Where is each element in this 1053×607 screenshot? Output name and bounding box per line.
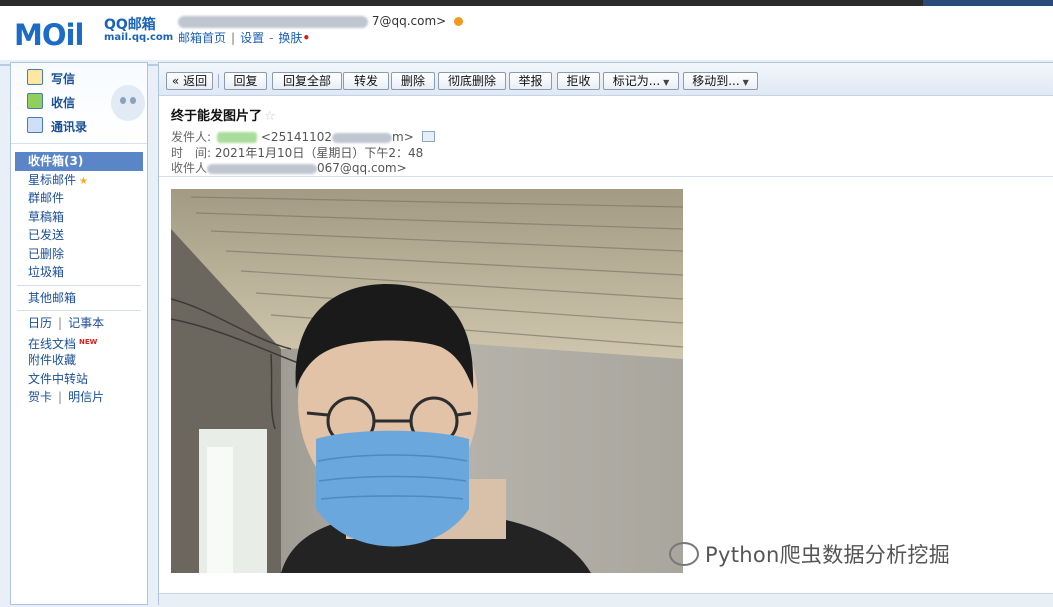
penguin-eye [120,97,126,104]
header: MOil QQ邮箱 mail.qq.com 7@qq.com> 邮箱首页 | 设置 -… [0,6,1053,66]
sidebar-item-notes[interactable]: 记事本 [68,316,104,330]
redacted-recipient [207,163,318,174]
link-skin[interactable]: 换肤 [278,31,302,45]
brand-name: QQ邮箱 [104,17,156,33]
separator: - [269,31,274,45]
qq-mail-logo[interactable]: MOil [14,18,84,52]
link-settings[interactable]: 设置 [240,31,264,45]
sidebar-row-cards: 贺卡 | 明信片 [11,388,147,407]
skin-new-mark-icon: • [302,31,311,45]
mark-as-label: 标记为... [612,74,661,88]
toolbar-separator [218,74,219,88]
delete-button[interactable]: 删除 [391,72,435,90]
sidebar-item-groups[interactable]: 群邮件 [11,189,147,208]
star-outline-icon[interactable]: ☆ [264,109,276,124]
contacts-icon [27,117,43,133]
recipient-address: 067@qq.com> [317,161,407,175]
brand-block: QQ邮箱 mail.qq.com [104,18,173,43]
sender-address[interactable]: <25141102 [261,130,332,144]
back-button[interactable]: « 返回 [166,72,213,90]
qq-penguin-icon [111,85,145,121]
sidebar: 写信 收信 通讯录 收件箱(3) 星标邮件 ★ 群邮件 草稿箱 已发送 已删除 垃… [10,62,148,605]
contacts-button[interactable]: 通讯录 [27,117,87,137]
time-label: 时 间: [171,146,212,160]
sidebar-item-inbox[interactable]: 收件箱(3) [15,152,143,171]
wechat-logo-icon [669,542,699,566]
email-attached-photo[interactable] [171,189,683,573]
sidebar-item-greeting-cards[interactable]: 贺卡 [28,390,52,404]
chevron-down-icon: ▼ [742,78,749,87]
sidebar-item-starred[interactable]: 星标邮件 ★ [11,171,147,190]
reject-sender-button[interactable]: 拒收 [557,72,600,90]
link-mail-home[interactable]: 邮箱首页 [178,31,226,45]
recipient-label: 收件人 [171,161,208,175]
sidebar-item-sent[interactable]: 已发送 [11,226,147,245]
divider [17,310,141,311]
sidebar-item-spam[interactable]: 垃圾箱 [11,263,147,282]
divider [17,284,141,286]
sidebar-item-deleted[interactable]: 已删除 [11,245,147,264]
sidebar-item-label: 星标邮件 [28,172,77,187]
new-badge: NEW [79,337,98,346]
compose-button[interactable]: 写信 [27,69,75,89]
pencil-icon [27,69,43,85]
sidebar-item-attachments[interactable]: 附件收藏 [11,351,147,370]
sidebar-item-other-mailboxes[interactable]: 其他邮箱 [11,289,147,308]
separator: | [58,390,63,404]
wechat-watermark: Python爬虫数据分析挖掘 [669,539,950,569]
move-to-label: 移动到... [692,74,740,88]
receive-label: 收信 [51,96,76,110]
contacts-label: 通讯录 [51,120,88,134]
sidebar-item-online-docs[interactable]: 在线文档 NEW [11,333,147,352]
reply-all-button[interactable]: 回复全部 [272,72,342,90]
receive-button[interactable]: 收信 [27,93,75,113]
subject-text: 终于能发图片了 [171,109,263,124]
report-spam-button[interactable]: 举报 [509,72,552,90]
reply-button[interactable]: 回复 [224,72,267,90]
compose-label: 写信 [51,72,76,86]
star-icon: ★ [79,175,88,187]
email-subject: 终于能发图片了 ☆ [171,105,276,124]
sender-row: 发件人: <25141102 m> [171,128,435,145]
penguin-eye [130,97,136,104]
user-account: 7@qq.com> [178,14,464,28]
sidebar-item-postcards[interactable]: 明信片 [68,390,104,404]
quick-actions: 写信 收信 通讯录 [11,63,147,144]
photo-illustration [171,189,683,573]
sidebar-item-label: 在线文档 [28,336,77,351]
sidebar-item-drafts[interactable]: 草稿箱 [11,208,147,227]
mark-as-dropdown[interactable]: 标记为... ▼ [603,72,679,90]
brand-domain: mail.qq.com [104,31,174,43]
redacted-sender-address [332,132,393,143]
recipient-row: 收件人 067@qq.com> [171,159,407,176]
inbox-download-icon [27,93,43,109]
delete-permanently-button[interactable]: 彻底删除 [438,72,506,90]
watermark-text: Python爬虫数据分析挖掘 [705,543,950,567]
sidebar-item-calendar[interactable]: 日历 [28,316,52,330]
redacted-sender-name [217,132,258,143]
sidebar-row-calendar-notes: 日历 | 记事本 [11,314,147,333]
folder-list: 收件箱(3) 星标邮件 ★ 群邮件 草稿箱 已发送 已删除 垃圾箱 其他邮箱 日历… [11,152,147,407]
separator: | [58,316,63,330]
header-body-divider [159,176,1053,177]
sender-label: 发件人: [171,130,212,144]
message-toolbar: « 返回 回复 回复全部 转发 删除 彻底删除 举报 拒收 标记为... ▼ 移动… [159,63,1053,96]
notification-dot-icon[interactable] [454,17,464,26]
top-links: 邮箱首页 | 设置 - 换肤• [178,29,310,46]
user-email-suffix: 7@qq.com> [371,14,447,28]
move-to-dropdown[interactable]: 移动到... ▼ [683,72,758,90]
time-value: 2021年1月10日（星期日）下午2：48 [214,146,424,160]
chevron-down-icon: ▼ [663,78,670,87]
redacted-account [178,15,368,28]
vcard-icon[interactable] [421,131,435,142]
message-view: « 返回 回复 回复全部 转发 删除 彻底删除 举报 拒收 标记为... ▼ 移动… [158,62,1053,607]
sidebar-item-file-transfer[interactable]: 文件中转站 [11,370,147,389]
forward-button[interactable]: 转发 [343,72,389,90]
separator: | [231,31,236,45]
sender-address-suffix: m> [392,130,414,144]
